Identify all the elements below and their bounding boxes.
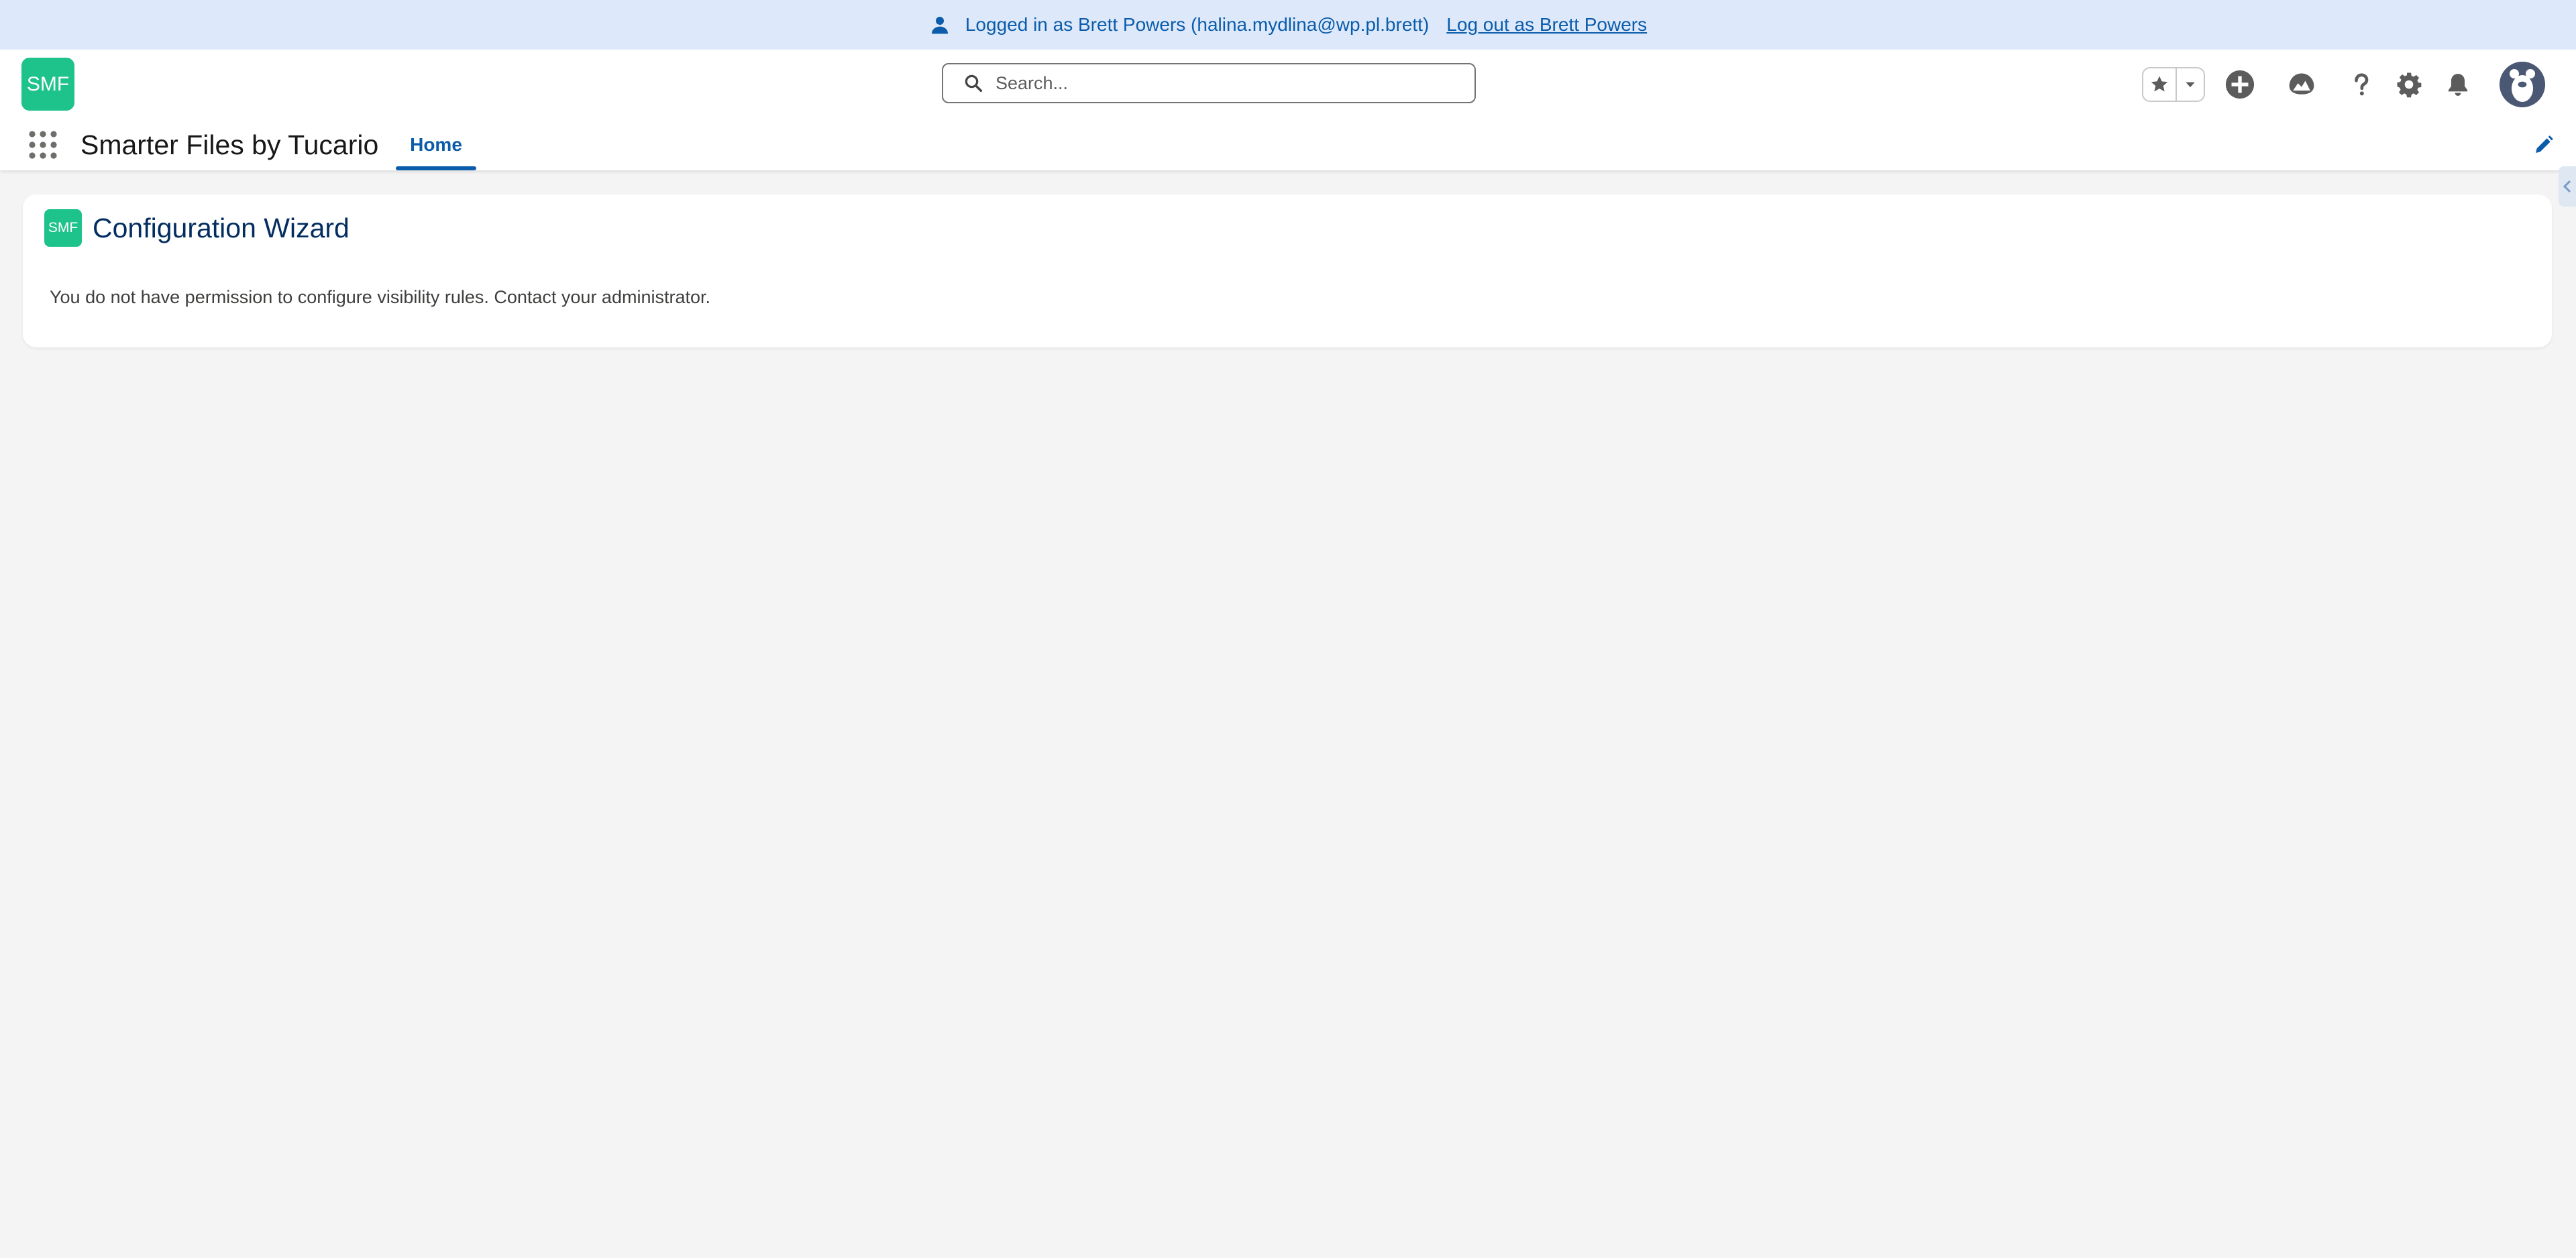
search-input[interactable] [994,72,1453,95]
add-icon [2225,70,2255,99]
active-tab-indicator [396,166,476,170]
tab-home[interactable]: Home [396,119,476,170]
trailhead-icon [2289,73,2314,95]
permission-message: You do not have permission to configure … [50,287,710,307]
help-icon [2355,73,2369,96]
side-panel-toggle[interactable] [2559,166,2576,207]
app-nav-bar: Smarter Files by Tucario Home [0,119,2576,170]
bell-icon [2448,74,2468,96]
favorites-button[interactable] [2143,68,2177,101]
favorites-list-button[interactable] [2177,68,2204,101]
global-actions-button[interactable] [2222,67,2257,102]
user-icon [931,17,948,34]
app-launcher-icon[interactable] [28,130,58,160]
app-logo[interactable]: SMF [21,58,74,111]
impersonation-banner: Logged in as Brett Powers (halina.mydlin… [0,0,2576,50]
help-button[interactable] [2344,67,2379,102]
edit-nav-icon[interactable] [2533,134,2555,156]
star-icon [2151,76,2168,92]
chevron-down-icon [2186,82,2195,88]
avatar-image-icon [2500,62,2545,107]
chevron-left-icon [2563,180,2571,193]
setup-button[interactable] [2392,67,2426,102]
app-name: Smarter Files by Tucario [80,129,379,160]
global-header: SMF [0,50,2576,119]
smf-icon: SMF [44,209,82,247]
configuration-wizard-card: SMF Configuration Wizard You do not have… [23,194,2552,347]
trailhead-button[interactable] [2284,67,2319,102]
gear-icon [2397,72,2422,98]
logged-in-text: Logged in as Brett Powers (halina.mydlin… [965,14,1430,35]
avatar[interactable] [2500,62,2545,107]
logout-link[interactable]: Log out as Brett Powers [1446,14,1647,36]
favorites-group [2142,67,2205,102]
card-title: Configuration Wizard [93,213,350,243]
search-icon [965,74,982,92]
global-search[interactable] [942,63,1476,103]
tab-home-label: Home [410,134,462,155]
notifications-button[interactable] [2440,67,2475,102]
